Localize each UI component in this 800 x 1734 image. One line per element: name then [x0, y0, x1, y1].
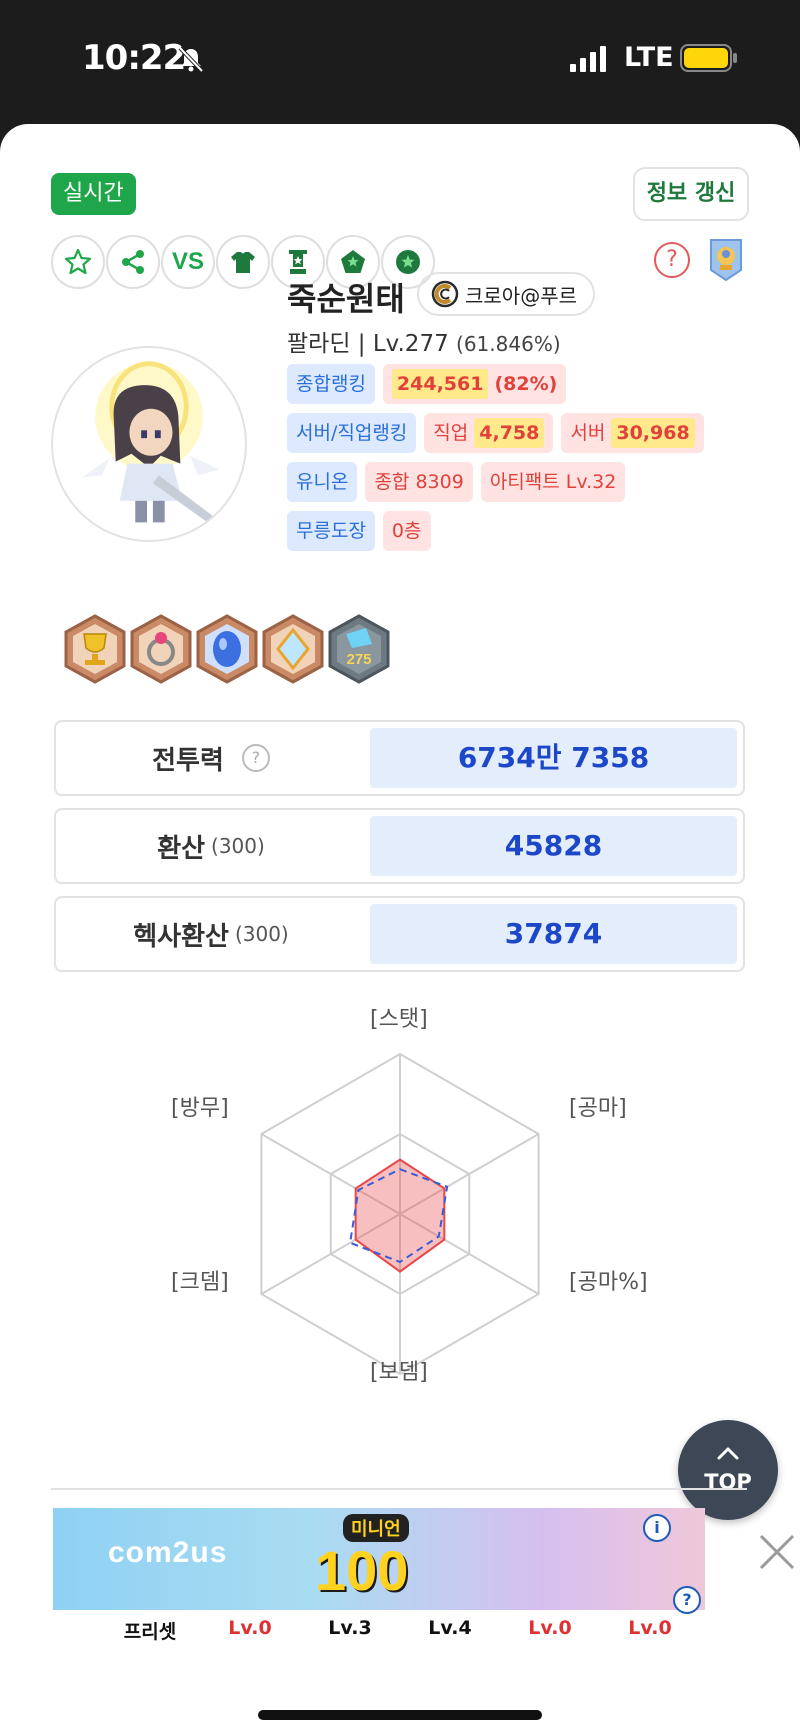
dojo-row: 무릉도장 0층	[287, 511, 431, 551]
share-icon	[122, 250, 144, 274]
bell-muted-icon	[178, 46, 204, 73]
separator: |	[357, 331, 366, 357]
job-ranking: 직업 4,758	[424, 413, 554, 453]
crystal-badge-icon[interactable]	[260, 614, 326, 684]
conversion-sub: (300)	[211, 834, 265, 858]
preset-label: 프리셋	[123, 1621, 177, 1643]
ring-level: Lv.0	[528, 1617, 572, 1639]
guild-icon	[431, 280, 459, 308]
guild-emblem-icon[interactable]	[708, 238, 744, 282]
star-circle-icon	[396, 250, 420, 274]
network-type: LTE	[624, 42, 674, 73]
guild-name: 크로아@푸르	[465, 283, 577, 308]
level-badge-icon[interactable]: 275	[326, 614, 392, 684]
chevron-up-icon	[717, 1447, 739, 1460]
radar-axis-label: [크뎀]	[171, 1270, 229, 1295]
hexa-conversion-sub: (300)	[234, 922, 289, 946]
conversion-value: 45828	[370, 816, 737, 876]
dojo-label[interactable]: 무릉도장	[287, 511, 375, 551]
versus-button[interactable]: VS	[161, 235, 215, 289]
combat-power-value: 6734만 7358	[370, 728, 737, 788]
overall-ranking-label[interactable]: 종합랭킹	[287, 364, 375, 404]
ad-close-icon[interactable]	[755, 1530, 799, 1574]
level-badge-text: 275	[346, 651, 371, 668]
combat-power-label: 전투력	[152, 745, 224, 776]
server-job-ranking-row: 서버/직업랭킹 직업 4,758 서버 30,968	[287, 413, 704, 453]
conversion-label: 환산	[157, 833, 206, 864]
character-avatar	[51, 346, 247, 542]
union-label[interactable]: 유니온	[287, 462, 358, 502]
ad-help-icon[interactable]: ?	[673, 1586, 701, 1614]
hexa-conversion-row: 헥사환산 (300) 37874	[54, 896, 745, 972]
signal-icon	[570, 46, 606, 72]
union-total: 종합 8309	[365, 462, 473, 502]
radar-axis-label: [공마]	[569, 1096, 627, 1121]
guild-chip[interactable]: 크로아@푸르	[417, 272, 595, 316]
radar-axis-label: [스탯]	[370, 1007, 428, 1032]
ring-level: Lv.3	[328, 1617, 372, 1639]
refresh-info-button[interactable]: 정보 갱신	[633, 167, 749, 221]
help-icon[interactable]: ?	[654, 242, 690, 278]
pentagon-icon	[341, 250, 365, 273]
scroll-top-label: TOP	[704, 1470, 752, 1494]
share-button[interactable]	[106, 235, 160, 289]
union-row: 유니온 종합 8309 아티팩트 Lv.32	[287, 462, 626, 502]
shirt-icon	[231, 252, 255, 273]
character-level: Lv.277	[372, 331, 449, 357]
server-job-ranking-label[interactable]: 서버/직업랭킹	[287, 413, 417, 453]
ad-brand: com2us	[108, 1536, 228, 1569]
hexa-conversion-label: 헥사환산	[133, 921, 229, 952]
ad-banner[interactable]: com2us 미니언 100 i	[53, 1508, 705, 1610]
realtime-badge: 실시간	[51, 173, 136, 215]
favorite-button[interactable]	[51, 235, 105, 289]
combat-power-help-icon[interactable]: ?	[241, 744, 270, 772]
ring-level: Lv.0	[628, 1617, 672, 1639]
radar-axis-label: [공마%]	[569, 1270, 648, 1295]
ad-info-icon[interactable]: i	[643, 1514, 671, 1542]
radar-axis-label: [방무]	[171, 1096, 229, 1121]
status-time: 10:22	[82, 38, 186, 78]
conversion-row: 환산 (300) 45828	[54, 808, 745, 884]
server-ranking: 서버 30,968	[561, 413, 704, 453]
gem-badge-icon[interactable]	[194, 614, 260, 684]
status-bar: 10:22 LTE	[0, 0, 800, 120]
combat-power-row: 전투력 ? 6734만 7358	[54, 720, 745, 796]
scroll-top-button[interactable]: TOP	[678, 1420, 778, 1520]
trophy-icon	[289, 250, 307, 274]
versus-label: VS	[171, 248, 204, 275]
artifact-level: 아티팩트 Lv.32	[480, 462, 626, 502]
section-divider	[51, 1488, 747, 1490]
class-name: 팔라딘	[287, 331, 351, 357]
radar-character-series	[354, 1158, 446, 1273]
home-indicator	[258, 1710, 542, 1720]
radar-axis-label: [보뎀]	[370, 1360, 428, 1385]
star-icon	[64, 248, 92, 275]
stat-radar-chart: [스탯] [공마] [공마%] [보뎀] [크뎀] [방무]	[150, 1004, 650, 1444]
ring-level: Lv.0	[228, 1617, 272, 1639]
ad-headline: 100	[315, 1539, 409, 1602]
ring-badge-icon[interactable]	[128, 614, 194, 684]
dojo-floor: 0층	[382, 511, 431, 551]
battery-icon	[680, 44, 737, 72]
trophy-badge-icon[interactable]	[62, 614, 128, 684]
equipment-button[interactable]	[216, 235, 270, 289]
exp-percent: (61.846%)	[456, 332, 561, 356]
character-sheet: 실시간 정보 갱신 VS ? 죽순원태 크로아@푸르 팔라딘 | Lv.277 …	[0, 124, 800, 1734]
character-name: 죽순원태	[287, 280, 405, 318]
class-level-line: 팔라딘 | Lv.277 (61.846%)	[287, 324, 561, 358]
ring-level: Lv.4	[428, 1617, 472, 1639]
overall-ranking-value: 244,561 (82%)	[382, 364, 567, 404]
overall-ranking-row: 종합랭킹 244,561 (82%)	[287, 364, 567, 404]
hexa-conversion-value: 37874	[370, 904, 737, 964]
